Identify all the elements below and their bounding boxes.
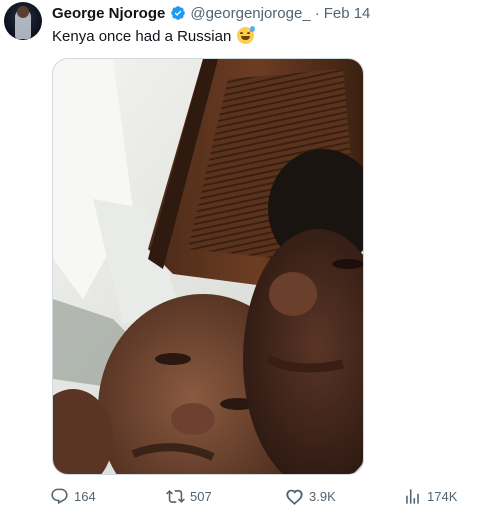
- repost-icon: [166, 490, 185, 503]
- photo-image: [53, 59, 363, 474]
- views-action[interactable]: 174K: [403, 487, 457, 506]
- header-separator: ·: [314, 4, 320, 22]
- repost-count: 507: [190, 489, 212, 504]
- tweet-header: George Njoroge @georgenjoroge_ · Feb 14: [52, 3, 370, 23]
- views-chart-icon: [406, 489, 419, 504]
- author-avatar[interactable]: [4, 2, 42, 40]
- heart-icon: [286, 489, 303, 505]
- tweet-text-body: Kenya once had a Russian: [52, 28, 232, 45]
- avatar-head: [17, 6, 29, 18]
- author-name[interactable]: George Njoroge: [52, 5, 165, 22]
- reply-count: 164: [74, 489, 96, 504]
- verified-badge-icon: [171, 6, 186, 20]
- tweet-date[interactable]: Feb 14: [324, 5, 371, 22]
- author-handle[interactable]: @georgenjoroge_: [190, 5, 310, 22]
- tweet[interactable]: George Njoroge @georgenjoroge_ · Feb 14 …: [0, 0, 494, 510]
- grinning-sweat-emoji-icon: [237, 26, 256, 44]
- reply-action[interactable]: 164: [50, 487, 96, 506]
- reply-icon: [51, 488, 68, 505]
- like-count: 3.9K: [309, 489, 336, 504]
- tweet-actions: 164 507 3.9K 174K: [0, 487, 494, 507]
- repost-action[interactable]: 507: [166, 487, 212, 506]
- views-count: 174K: [427, 489, 458, 504]
- tweet-photo[interactable]: [52, 58, 364, 475]
- tweet-text: Kenya once had a Russian: [52, 26, 256, 45]
- like-action[interactable]: 3.9K: [285, 487, 336, 506]
